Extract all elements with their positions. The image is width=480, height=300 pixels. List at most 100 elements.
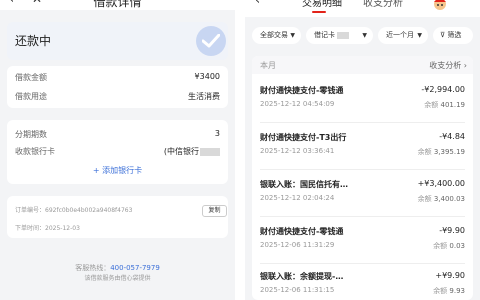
periods-value: 3 — [214, 129, 220, 138]
order-number-row: 订单编号：692fc0b0e4b002a9408f4763 — [15, 205, 220, 214]
transaction-name: 银联入账：余额提现-… — [260, 272, 344, 281]
balance-label: 余额 — [433, 242, 448, 250]
dropdown-icon: ▼ — [290, 32, 295, 39]
filter-debit-card[interactable]: 借记卡 ▼ — [306, 27, 373, 44]
loan-purpose-row: 借款用途 生活消费 — [15, 91, 220, 102]
transaction-name: 财付通快捷支付-零钱通 — [260, 227, 344, 236]
masked-card-number — [337, 31, 349, 39]
balance-value: 9.93 — [449, 287, 465, 295]
bank-card-label: 收款银行卡 — [15, 147, 55, 156]
transaction-row[interactable]: 财付通快捷支付-T3出行 -¥4.84 2025-12-12 03:36:41 … — [252, 125, 473, 170]
transaction-amount: -¥4.84 — [439, 132, 465, 141]
order-time-row: 下单时间：2025-12-03 — [15, 223, 220, 232]
balance-label: 余额 — [417, 148, 432, 156]
loan-purpose-value: 生活消费 — [188, 92, 220, 101]
transaction-amount: +¥9.90 — [435, 271, 465, 280]
transaction-time: 2025-12-12 04:54:09 — [260, 100, 335, 108]
month-label: 本月 — [260, 61, 276, 70]
order-time-value: 2025-12-03 — [45, 225, 80, 232]
transaction-name: 财付通快捷支付-T3出行 — [260, 133, 347, 142]
bank-card-row[interactable]: 收款银行卡 (中信银行 — [15, 146, 220, 157]
hotline-number-link[interactable]: 400-057-7979 — [110, 264, 160, 272]
order-number-label: 订单编号： — [15, 207, 46, 214]
tab-transactions[interactable]: 交易明细 — [302, 0, 342, 9]
filter-date-range[interactable]: 近一个月 ▼ — [378, 27, 428, 44]
loan-status-card: 还款中 — [7, 22, 228, 60]
hotline-label: 客服热线： — [75, 264, 111, 272]
analysis-link[interactable]: 收支分析 › — [429, 60, 467, 71]
balance-label: 余额 — [424, 101, 439, 109]
transaction-time: 2025-12-06 11:31:15 — [260, 286, 335, 294]
transaction-time: 2025-12-12 03:36:41 — [260, 147, 335, 155]
add-bank-card-button[interactable]: + 添加银行卡 — [7, 165, 228, 176]
transaction-list: 本月 收支分析 › 财付通快捷支付-零钱通 -¥2,994.00 2025-12… — [252, 56, 473, 300]
transaction-balance: 余额 9.93 — [433, 286, 465, 296]
bank-card-name: (中信银行 — [163, 147, 199, 156]
transaction-amount: -¥2,994.00 — [421, 85, 465, 94]
back-icon[interactable]: ‹ — [255, 0, 260, 8]
balance-label: 余额 — [433, 287, 448, 295]
order-info-card: 订单编号：692fc0b0e4b002a9408f4763 下单时间：2025-… — [7, 196, 228, 238]
loan-amount-label: 借款金额 — [15, 73, 47, 82]
transaction-time: 2025-12-06 11:31:29 — [260, 241, 335, 249]
filter-funnel-icon: ⊽ — [440, 31, 446, 39]
loan-detail-header: ‹ ✕ 借款详情 — [0, 0, 235, 10]
dropdown-icon: ▼ — [417, 32, 422, 39]
row-divider — [260, 169, 465, 170]
loan-status: 还款中 — [15, 34, 52, 48]
balance-value: 3,395.19 — [433, 148, 465, 156]
transaction-time: 2025-12-12 02:04:24 — [260, 194, 335, 202]
balance-value: 0.03 — [449, 242, 465, 250]
filter-date-label: 近一个月 — [386, 31, 414, 39]
balance-label: 余额 — [417, 195, 432, 203]
order-number-value: 692fc0b0e4b002a9408f4763 — [45, 207, 133, 214]
month-header: 本月 收支分析 › — [252, 56, 473, 74]
transaction-amount: -¥9.90 — [439, 226, 465, 235]
service-provider-note: 该借款服务由借心袋提供 — [84, 275, 151, 282]
transaction-row[interactable]: 财付通快捷支付-零钱通 -¥2,994.00 2025-12-12 04:54:… — [252, 78, 473, 123]
mascot-avatar-icon[interactable] — [432, 0, 448, 10]
masked-card-number — [200, 147, 220, 156]
transaction-name: 财付通快捷支付-零钱通 — [260, 86, 344, 95]
transaction-balance: 余额 3,400.03 — [418, 194, 465, 204]
loan-amount-value: ¥3400 — [194, 72, 220, 81]
transaction-header: ‹ 交易明细 收支分析 ••• — [245, 0, 480, 17]
transaction-pane: ‹ 交易明细 收支分析 ••• 全部交易▼ 借记卡▼ 近一个月▼ ⊽ 筛选 — [245, 0, 480, 300]
order-time-label: 下单时间： — [15, 225, 46, 232]
filter-all-transactions[interactable]: 全部交易 ▼ — [252, 27, 301, 44]
more-icon[interactable]: ••• — [456, 0, 473, 5]
loan-amount-row: 借款金额 ¥3400 — [15, 72, 220, 83]
filter-card-label: 借记卡 — [314, 31, 335, 39]
filter-bar: 全部交易 ▼ 借记卡 ▼ 近一个月 ▼ ⊽ 筛选 — [245, 27, 480, 47]
hotline: 客服热线：400-057-7979 — [0, 263, 235, 273]
check-badge-icon — [196, 26, 226, 56]
periods-row: 分期期数 3 — [15, 129, 220, 140]
periods-label: 分期期数 — [15, 130, 47, 139]
filter-button[interactable]: ⊽ 筛选 — [433, 27, 473, 44]
transaction-row[interactable]: 财付通快捷支付-零钱通 -¥9.90 2025-12-06 11:31:29 余… — [252, 219, 473, 264]
transaction-name: 银联入账：国民信托有… — [260, 180, 348, 189]
balance-value: 401.19 — [440, 101, 466, 109]
loan-detail-pane: ‹ ✕ 借款详情 还款中 借款金额 ¥3400 借款用途 生活消费 分期期数 3 — [0, 0, 235, 300]
dropdown-icon: ▼ — [362, 32, 367, 39]
transaction-balance: 余额 401.19 — [424, 100, 465, 110]
active-tab-indicator — [312, 11, 326, 13]
row-divider — [260, 216, 465, 217]
transaction-balance: 余额 0.03 — [433, 241, 465, 251]
transaction-row[interactable]: 银联入账：余额提现-… +¥9.90 2025-12-06 11:31:15 余… — [252, 264, 473, 300]
screenshot-root: ‹ ✕ 借款详情 还款中 借款金额 ¥3400 借款用途 生活消费 分期期数 3 — [0, 0, 480, 300]
transaction-balance: 余额 3,395.19 — [418, 147, 465, 157]
row-divider — [260, 122, 465, 123]
filter-label: 筛选 — [447, 31, 462, 39]
filter-all-label: 全部交易 — [260, 31, 288, 39]
repayment-card: 分期期数 3 收款银行卡 (中信银行 + 添加银行卡 — [7, 120, 228, 184]
bank-card-value: (中信银行 — [164, 146, 220, 157]
balance-value: 3,400.03 — [433, 195, 465, 203]
copy-order-button[interactable]: 复制 — [202, 205, 227, 217]
tab-analysis[interactable]: 收支分析 — [363, 0, 403, 9]
page-title: 借款详情 — [93, 0, 142, 9]
transaction-amount: +¥3,400.00 — [417, 179, 465, 188]
loan-info-card: 借款金额 ¥3400 借款用途 生活消费 — [7, 66, 228, 108]
loan-purpose-label: 借款用途 — [15, 92, 47, 101]
transaction-row[interactable]: 银联入账：国民信托有… +¥3,400.00 2025-12-12 02:04:… — [252, 172, 473, 217]
